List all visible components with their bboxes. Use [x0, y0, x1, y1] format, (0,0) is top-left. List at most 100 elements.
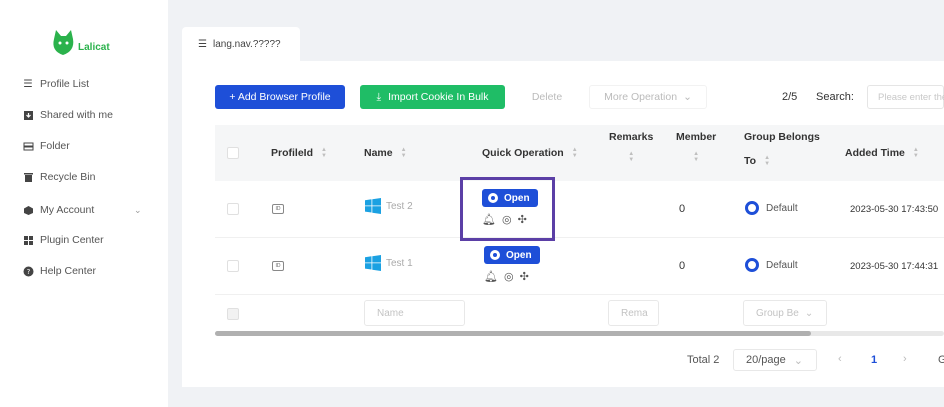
svg-text:?: ?: [26, 268, 30, 276]
bell-icon[interactable]: 🔔︎: [484, 270, 498, 283]
page-size-select[interactable]: 20/page ⌄: [733, 349, 817, 371]
column-added-time[interactable]: Added Time ▲ ▼: [845, 147, 919, 159]
main-area: ☰ lang.nav.????? + Add Browser Profile ⤓…: [168, 0, 944, 407]
folder-icon: [22, 140, 34, 152]
tab-label: lang.nav.?????: [212, 38, 281, 50]
column-name[interactable]: Name ▲ ▼: [364, 147, 407, 159]
sidebar: Lalicat ☰ Profile List Shared with me Fo…: [0, 0, 168, 407]
group-cell: Default: [745, 258, 798, 272]
sidebar-item-shared-with-me[interactable]: Shared with me: [22, 109, 113, 121]
total-count: Total 2: [687, 354, 720, 366]
windows-icon: [365, 198, 381, 214]
column-remarks[interactable]: Remarks ▲ ▼: [609, 131, 653, 163]
fingerprint-icon[interactable]: ◎: [504, 270, 514, 283]
table-row[interactable]: ID Test 1 Open 🔔︎ ◎ ✣ 0 Default 2023-05-…: [215, 238, 944, 295]
prev-page-button[interactable]: ‹: [838, 353, 842, 365]
added-time: 2023-05-30 17:43:50: [850, 204, 939, 215]
sidebar-item-label: Plugin Center: [40, 234, 104, 246]
sort-icon[interactable]: ▲ ▼: [401, 147, 407, 159]
profile-name: Test 2: [365, 198, 413, 214]
more-operation-dropdown[interactable]: More Operation ⌄: [589, 85, 707, 109]
list-icon: ☰: [23, 78, 33, 90]
sidebar-item-label: Profile List: [40, 78, 90, 90]
row-checkbox[interactable]: [227, 203, 239, 215]
logo-text: Lalicat: [78, 41, 110, 53]
goto-label: G: [938, 354, 944, 366]
cat-logo-icon: [50, 27, 76, 57]
import-cookie-button[interactable]: ⤓ Import Cookie In Bulk: [360, 85, 505, 109]
quick-operation-cell: Open 🔔︎ ◎ ✣: [484, 246, 540, 283]
sidebar-item-recycle-bin[interactable]: Recycle Bin: [22, 171, 95, 183]
column-group[interactable]: Group Belongs To ▲ ▼: [744, 131, 820, 167]
group-filter-select[interactable]: Group Be ⌄: [743, 300, 827, 326]
help-icon: ?: [22, 265, 34, 277]
content-panel: + Add Browser Profile ⤓ Import Cookie In…: [182, 61, 944, 387]
search-input[interactable]: Please enter the: [867, 85, 944, 109]
profile-name: Test 1: [365, 255, 413, 271]
member-count: 0: [679, 203, 686, 215]
row-checkbox[interactable]: [227, 260, 239, 272]
group-cell: Default: [745, 201, 798, 215]
highlight-box: [460, 177, 555, 241]
next-page-button[interactable]: ›: [903, 353, 907, 365]
filter-row: [215, 295, 944, 331]
sidebar-item-label: Folder: [40, 140, 70, 152]
page-count: 2/5: [782, 91, 798, 103]
column-member[interactable]: Member ▲ ▼: [676, 131, 716, 163]
horizontal-scrollbar-thumb[interactable]: [215, 331, 811, 336]
sort-icon[interactable]: ▲ ▼: [321, 147, 327, 159]
sidebar-item-folder[interactable]: Folder: [22, 140, 70, 152]
share-icon: [22, 109, 34, 121]
id-card-icon[interactable]: ID: [272, 204, 284, 214]
account-icon: [22, 204, 34, 216]
import-cookie-label: Import Cookie In Bulk: [388, 91, 489, 103]
sidebar-item-label: My Account: [40, 204, 95, 216]
added-time: 2023-05-30 17:44:31: [850, 261, 939, 272]
sidebar-item-plugin-center[interactable]: Plugin Center: [22, 234, 104, 246]
sidebar-item-label: Shared with me: [40, 109, 113, 121]
list-icon: ☰: [198, 38, 207, 50]
table-header: ProfileId ▲ ▼ Name ▲ ▼ Quick Operation ▲ ▼ …: [215, 125, 944, 181]
add-browser-profile-button[interactable]: + Add Browser Profile: [215, 85, 345, 109]
id-card-icon[interactable]: ID: [272, 261, 284, 271]
sort-icon[interactable]: ▲ ▼: [572, 147, 578, 159]
filter-checkbox: [227, 308, 239, 320]
add-browser-profile-label: + Add Browser Profile: [229, 91, 331, 103]
delete-label: Delete: [531, 91, 563, 103]
logo: Lalicat: [50, 27, 110, 57]
tab-profile-list[interactable]: ☰ lang.nav.?????: [182, 27, 300, 61]
sidebar-item-my-account[interactable]: My Account ⌄: [22, 204, 142, 216]
sidebar-item-help-center[interactable]: ? Help Center: [22, 265, 96, 277]
grid-icon: [22, 234, 34, 246]
chevron-down-icon[interactable]: ⌄: [134, 205, 142, 216]
open-button[interactable]: Open: [484, 246, 540, 264]
puzzle-icon[interactable]: ✣: [520, 270, 529, 283]
sort-icon[interactable]: ▲ ▼: [628, 151, 634, 163]
more-operation-label: More Operation: [604, 91, 678, 103]
windows-icon: [365, 255, 381, 271]
column-quick-operation[interactable]: Quick Operation ▲ ▼: [482, 147, 578, 159]
sidebar-item-label: Recycle Bin: [40, 171, 96, 183]
sidebar-item-profile-list[interactable]: ☰ Profile List: [22, 78, 89, 90]
search-label: Search:: [816, 91, 854, 103]
sort-icon[interactable]: ▲ ▼: [693, 151, 699, 163]
chevron-down-icon: ⌄: [683, 91, 692, 103]
remarks-filter-input[interactable]: Rema: [608, 300, 659, 326]
trash-icon: [22, 171, 34, 183]
chevron-down-icon: ⌄: [804, 307, 814, 319]
name-filter-input[interactable]: Name: [364, 300, 465, 326]
current-page[interactable]: 1: [871, 354, 877, 366]
sort-icon[interactable]: ▲ ▼: [913, 147, 919, 159]
group-circle-icon: [745, 258, 759, 272]
table-row[interactable]: ID Test 2 Open 🔔︎ ◎ ✣ 0 Default 2023-05-…: [215, 181, 944, 238]
sort-icon[interactable]: ▲ ▼: [764, 155, 770, 167]
column-profile-id[interactable]: ProfileId ▲ ▼: [271, 147, 327, 159]
search-placeholder: Please enter the: [878, 91, 944, 103]
delete-button[interactable]: Delete: [518, 85, 576, 109]
select-all-checkbox[interactable]: [227, 147, 239, 159]
chevron-down-icon: ⌄: [793, 354, 803, 367]
download-icon: ⤓: [376, 90, 382, 103]
member-count: 0: [679, 260, 686, 272]
sidebar-item-label: Help Center: [40, 265, 97, 277]
chrome-icon: [490, 250, 500, 260]
